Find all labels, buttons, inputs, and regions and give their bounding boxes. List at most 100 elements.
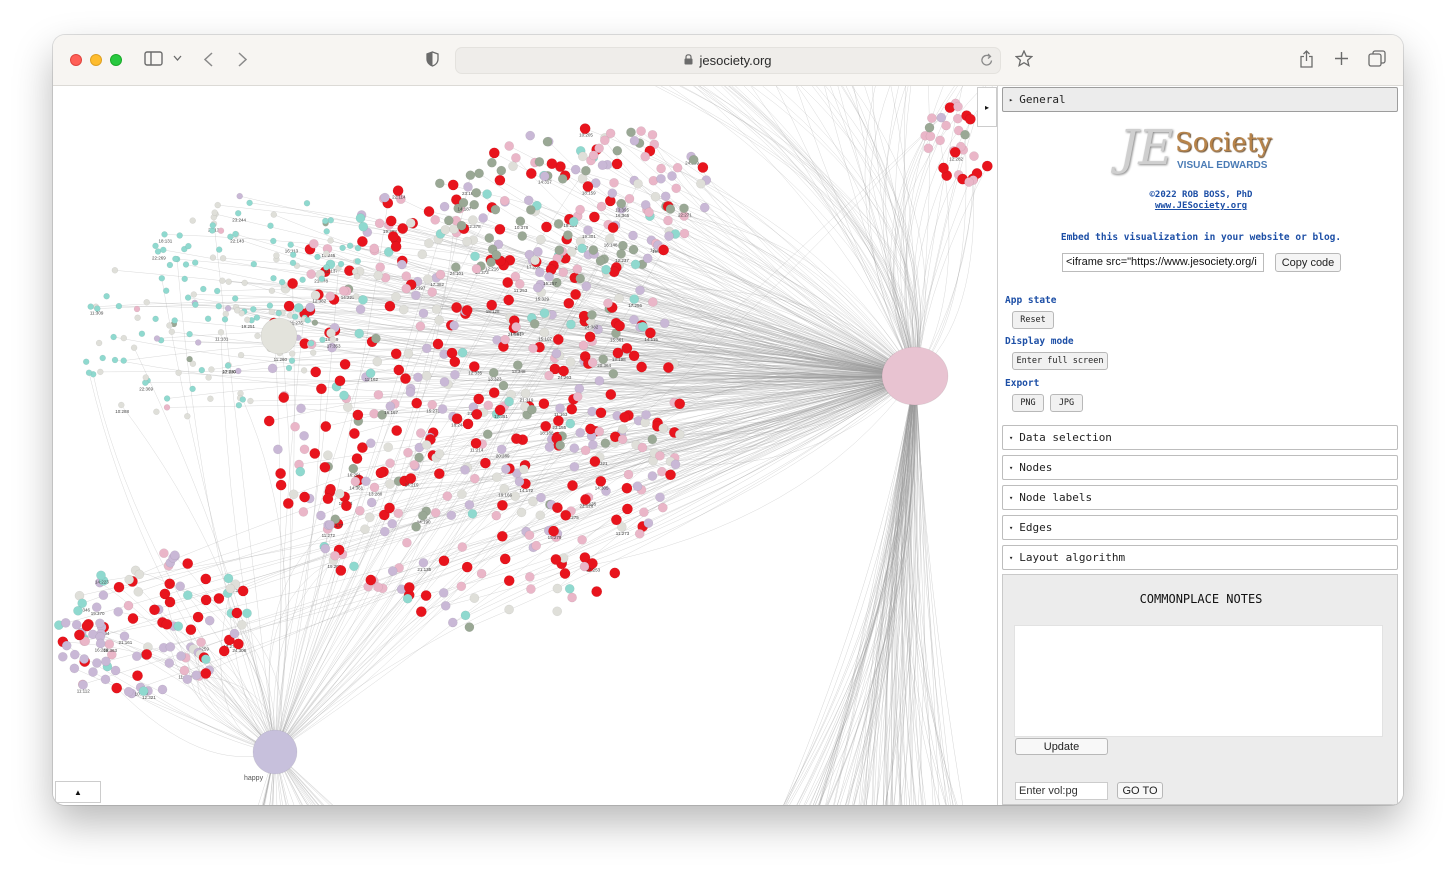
edges-section-header[interactable]: ▾ Edges	[1002, 515, 1398, 540]
graph-node[interactable]	[588, 245, 599, 255]
general-section-header[interactable]: ▸ General	[1002, 87, 1398, 112]
graph-node[interactable]	[190, 291, 198, 298]
graph-node[interactable]	[110, 665, 121, 676]
graph-node[interactable]	[527, 404, 537, 415]
graph-node[interactable]	[340, 500, 352, 512]
graph-node[interactable]	[501, 464, 511, 474]
graph-node[interactable]	[697, 162, 709, 173]
graph-node[interactable]	[617, 434, 628, 445]
graph-node[interactable]	[134, 314, 141, 322]
graph-node[interactable]	[235, 367, 242, 375]
nodes-section-header[interactable]: ▾ Nodes	[1002, 455, 1398, 480]
graph-node[interactable]	[528, 343, 538, 354]
graph-node[interactable]	[550, 553, 562, 565]
graph-node[interactable]	[622, 503, 633, 515]
graph-node[interactable]	[535, 510, 546, 521]
graph-node[interactable]	[510, 271, 521, 282]
graph-node[interactable]	[663, 215, 673, 226]
graph-node[interactable]	[476, 568, 487, 579]
graph-node[interactable]	[184, 294, 192, 301]
graph-node[interactable]	[461, 304, 473, 316]
network-graph[interactable]: 10:20310:13523:19713:27517:28519:20922:2…	[53, 86, 998, 805]
graph-node[interactable]	[402, 593, 413, 604]
graph-node[interactable]	[566, 319, 576, 330]
graph-node[interactable]	[648, 297, 658, 307]
graph-node[interactable]	[696, 178, 706, 189]
node-labels-section-header[interactable]: ▾ Node labels	[1002, 485, 1398, 510]
graph-node[interactable]	[186, 355, 193, 363]
graph-node[interactable]	[927, 113, 937, 123]
reset-button[interactable]: Reset	[1012, 311, 1054, 329]
graph-node[interactable]	[224, 362, 232, 369]
graph-node[interactable]	[640, 151, 651, 162]
graph-node[interactable]	[319, 336, 326, 344]
graph-node[interactable]	[222, 310, 230, 318]
graph-node[interactable]	[115, 302, 123, 310]
graph-node[interactable]	[299, 276, 306, 283]
graph-node[interactable]	[217, 227, 225, 234]
data-selection-section-header[interactable]: ▾ Data selection	[1002, 425, 1398, 450]
graph-node[interactable]	[163, 404, 171, 411]
graph-node[interactable]	[94, 305, 101, 312]
graph-node[interactable]	[577, 534, 587, 545]
graph-node[interactable]	[449, 320, 459, 331]
graph-node[interactable]	[85, 369, 93, 376]
graph-node[interactable]	[181, 275, 188, 283]
graph-node[interactable]	[674, 398, 686, 410]
graph-node[interactable]	[471, 408, 483, 420]
graph-node[interactable]	[660, 191, 671, 202]
graph-node[interactable]	[225, 583, 236, 594]
graph-node[interactable]	[353, 273, 361, 280]
graph-node[interactable]	[456, 220, 467, 231]
notes-textarea[interactable]	[1014, 625, 1383, 737]
graph-node[interactable]	[233, 307, 241, 314]
graph-node[interactable]	[390, 348, 402, 360]
graph-node[interactable]	[152, 315, 159, 323]
graph-node[interactable]	[581, 281, 592, 292]
graph-node[interactable]	[427, 287, 438, 297]
graph-node[interactable]	[552, 583, 563, 594]
graph-node[interactable]	[329, 336, 336, 343]
graph-node[interactable]	[623, 469, 634, 480]
go-to-button[interactable]: GO TO	[1117, 782, 1163, 799]
graph-node[interactable]	[525, 168, 537, 179]
graph-node[interactable]	[237, 620, 247, 630]
graph-node[interactable]	[234, 210, 242, 217]
graph-node[interactable]	[471, 188, 482, 198]
graph-node[interactable]	[421, 440, 432, 450]
graph-node[interactable]	[544, 442, 555, 452]
graph-node[interactable]	[563, 297, 575, 309]
graph-node[interactable]	[421, 370, 432, 381]
graph-node[interactable]	[665, 469, 676, 481]
graph-node[interactable]	[647, 434, 658, 445]
graph-node[interactable]	[308, 238, 319, 249]
graph-node[interactable]	[551, 348, 562, 359]
graph-node[interactable]	[447, 617, 458, 628]
graph-node[interactable]	[393, 364, 405, 376]
panel-toggle-button[interactable]: ▸	[977, 87, 997, 127]
reload-icon[interactable]	[980, 52, 994, 71]
graph-node[interactable]	[383, 442, 394, 453]
network-graph-canvas[interactable]: 10:20310:13523:19713:27517:28519:20922:2…	[53, 86, 998, 805]
graph-node[interactable]	[184, 413, 191, 420]
graph-node[interactable]	[270, 237, 277, 245]
graph-node[interactable]	[358, 294, 368, 305]
graph-node[interactable]	[346, 242, 354, 249]
graph-node[interactable]	[578, 340, 589, 351]
graph-node[interactable]	[288, 489, 299, 500]
graph-node[interactable]	[609, 567, 621, 579]
graph-node[interactable]	[342, 402, 353, 412]
graph-node[interactable]	[81, 620, 93, 632]
graph-node[interactable]	[491, 510, 502, 521]
graph-node[interactable]	[371, 333, 381, 344]
graph-node[interactable]	[200, 654, 211, 665]
graph-node[interactable]	[567, 592, 577, 603]
graph-node[interactable]	[619, 411, 631, 423]
graph-node[interactable]	[398, 304, 409, 315]
volume-page-input[interactable]: Enter vol:pg	[1015, 782, 1108, 800]
graph-node[interactable]	[579, 561, 590, 572]
graph-node[interactable]	[165, 642, 176, 652]
graph-node[interactable]	[460, 610, 471, 621]
graph-node[interactable]	[636, 361, 647, 373]
graph-node[interactable]	[415, 321, 426, 331]
